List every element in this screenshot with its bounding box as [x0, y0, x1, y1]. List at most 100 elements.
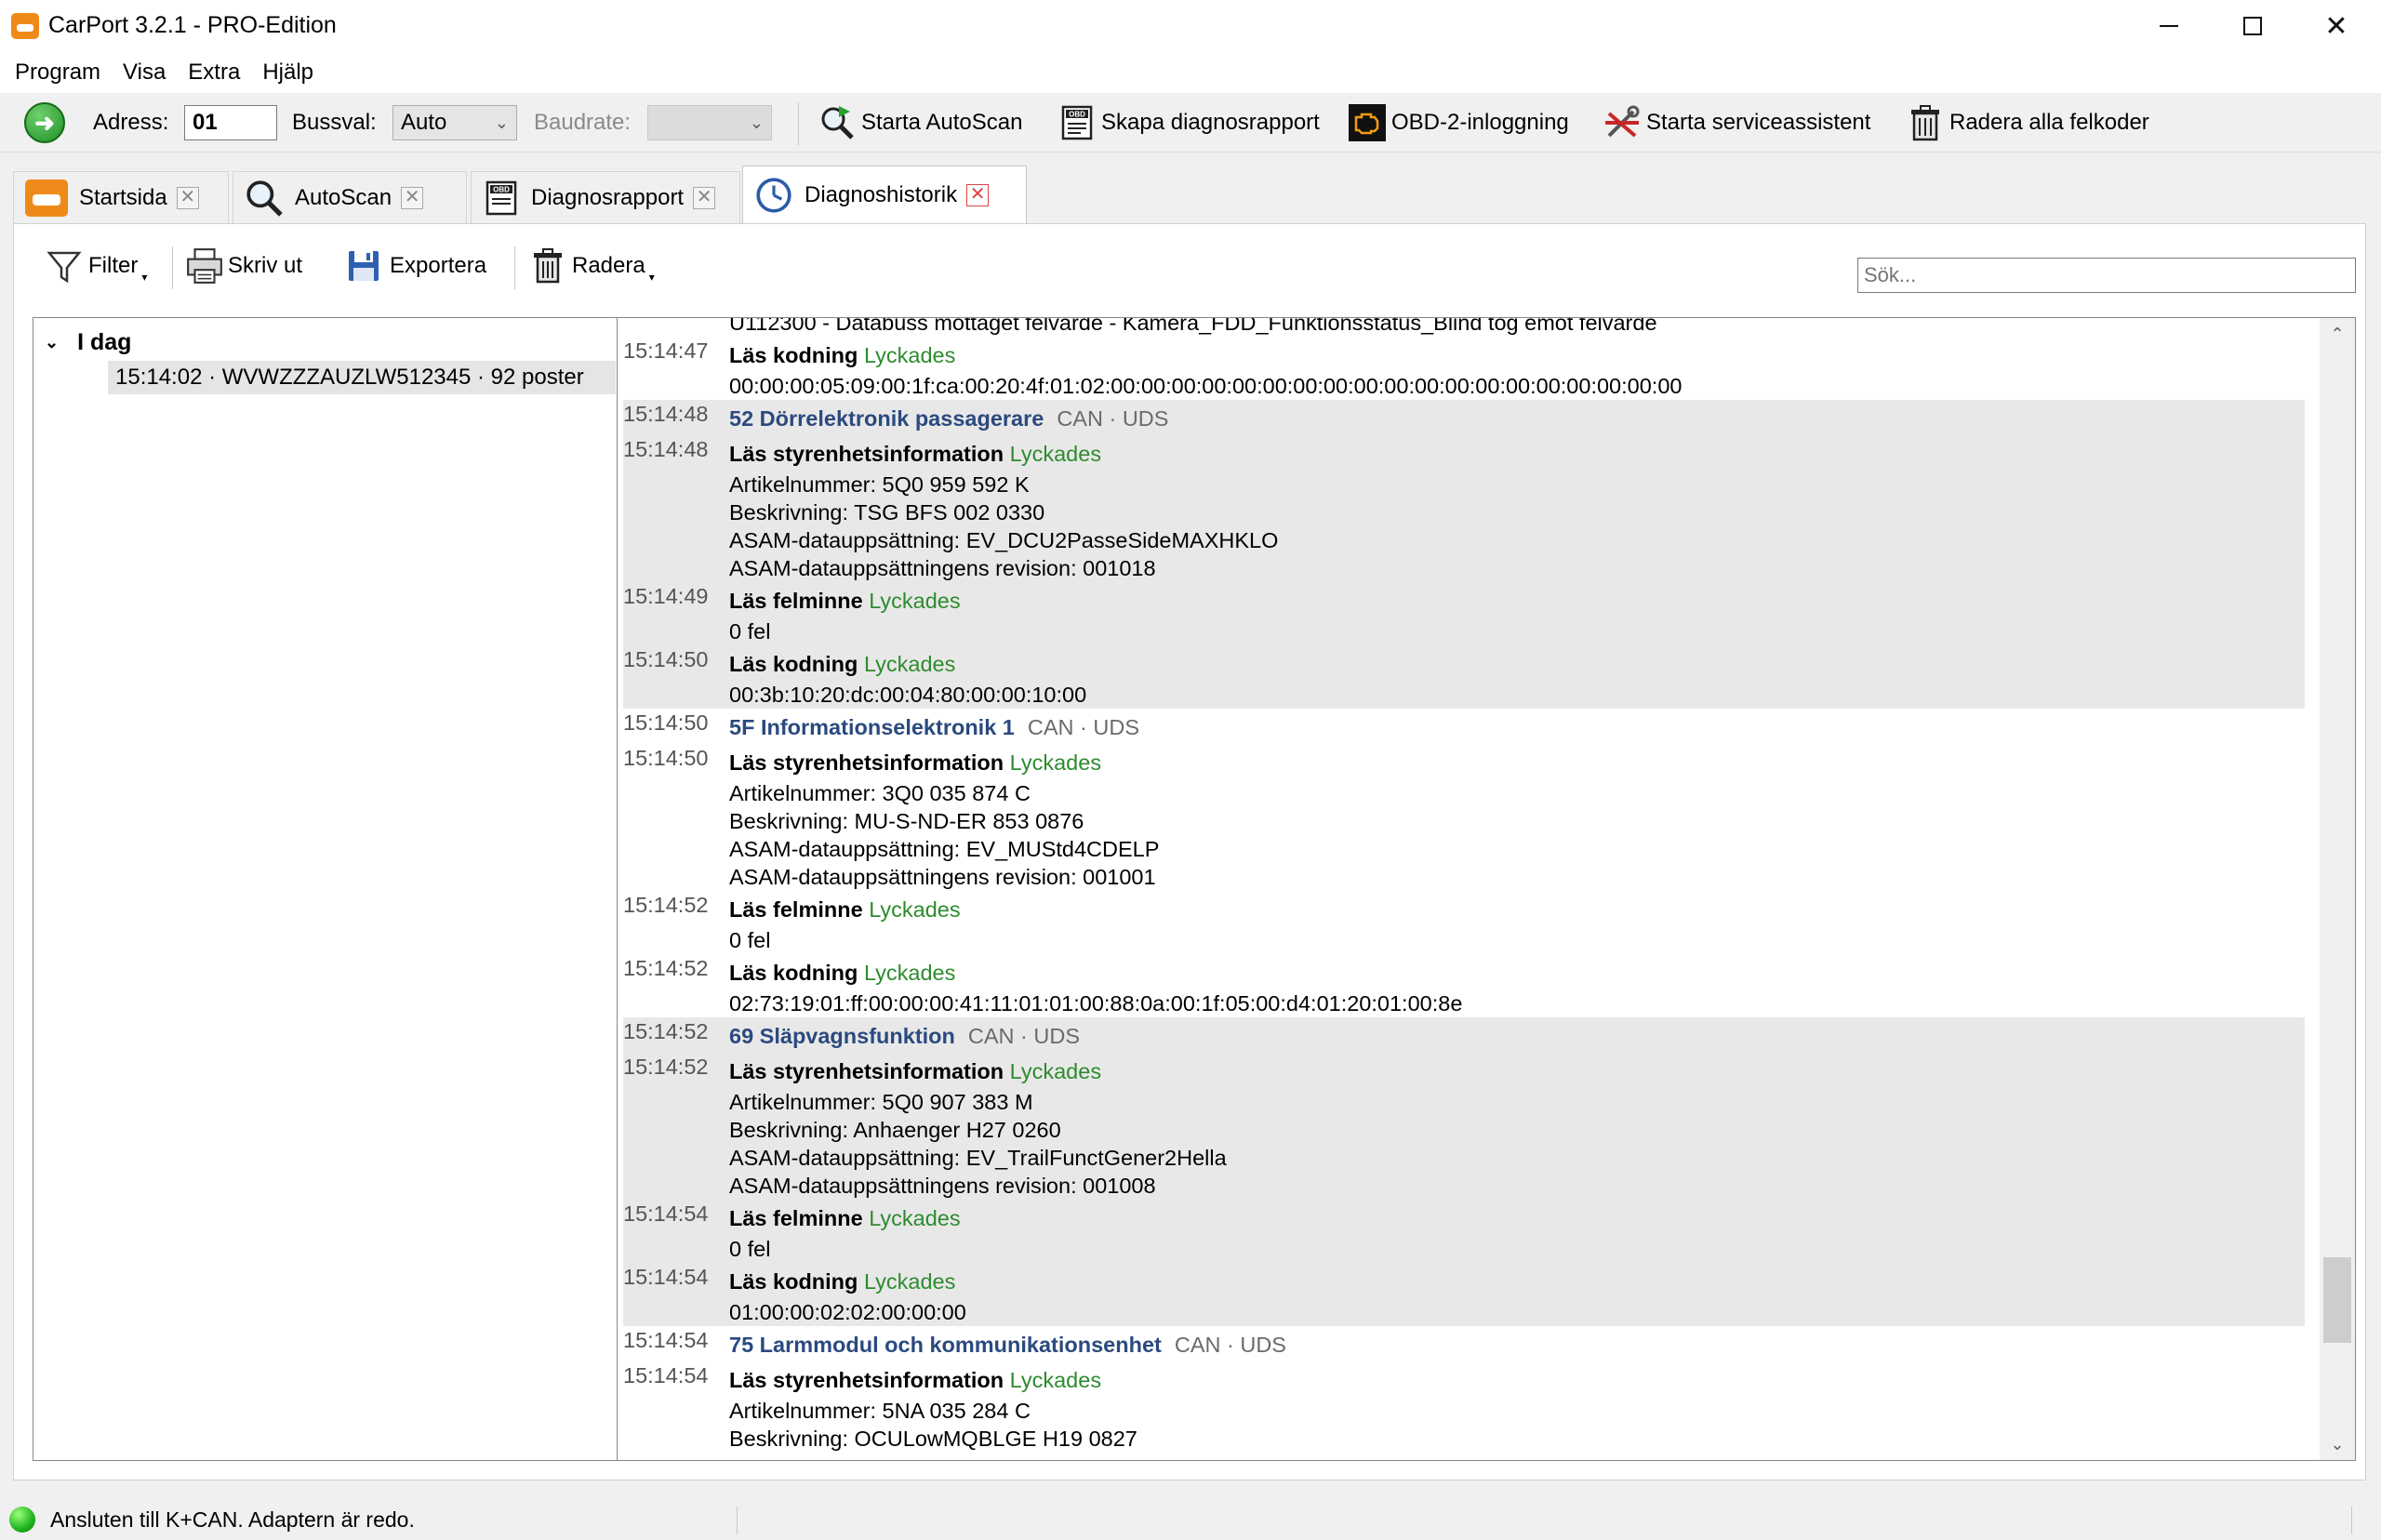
tree-item-session[interactable]: 15:14:02 · WVWZZZAUZLW512345 · 92 poster	[108, 361, 616, 394]
tab-close-icon[interactable]: ✕	[176, 186, 199, 209]
svg-text:OBD: OBD	[493, 185, 510, 193]
log-status: Lyckades	[863, 343, 956, 367]
toolbar-separator	[172, 246, 173, 289]
log-protocol: CAN · UDS	[1174, 1333, 1286, 1357]
close-button[interactable]: ✕	[2294, 0, 2379, 52]
log-module-row: 15:14:52 69 Släpvagnsfunktion CAN · UDS	[623, 1017, 2305, 1053]
log-detail: 0 fel	[729, 619, 771, 644]
menu-visa[interactable]: Visa	[112, 52, 177, 93]
magnifier-icon	[246, 179, 283, 217]
log-timestamp: 15:14:54	[623, 1328, 709, 1352]
filter-label: Filter	[88, 253, 139, 278]
vertical-scrollbar[interactable]: ⌃ ⌄	[2320, 318, 2355, 1460]
log-timestamp: 15:14:48	[623, 402, 709, 426]
search-input[interactable]	[1857, 258, 2356, 293]
start-autoscan-label: Starta AutoScan	[861, 110, 1023, 135]
log-detail: 01:00:00:02:02:00:00:00	[729, 1300, 966, 1324]
maximize-button[interactable]	[2210, 0, 2295, 52]
go-arrow-icon: ➜	[24, 102, 65, 143]
minimize-icon	[2160, 25, 2178, 27]
tab-label: Startsida	[79, 184, 167, 210]
tab-close-icon[interactable]: ✕	[401, 186, 424, 209]
history-toolbar: Filter ▾ Skriv ut Exportera Radera ▾ Sök…	[14, 224, 2365, 308]
log-protocol: CAN · UDS	[1027, 715, 1140, 739]
chevron-down-icon: ⌄	[749, 113, 764, 132]
log-detail: ASAM-datauppsättning: EV_DCU2PasseSideMA…	[729, 528, 1279, 552]
connect-button[interactable]: ➜	[24, 93, 65, 153]
filter-button[interactable]: Filter ▾	[46, 245, 147, 287]
menu-hjalp[interactable]: Hjälp	[251, 52, 325, 93]
tree-group-label: I dag	[77, 328, 132, 355]
bus-select[interactable]: Auto ⌄	[392, 105, 517, 140]
clear-codes-button[interactable]: Radera alla felkoder	[1907, 93, 2149, 153]
menu-program[interactable]: Program	[4, 52, 112, 93]
address-label: Adress:	[93, 110, 169, 135]
log-status: Lyckades	[863, 961, 956, 985]
baud-select[interactable]: ⌄	[647, 105, 772, 140]
log-timestamp: 15:14:50	[623, 647, 709, 671]
delete-label: Radera	[572, 253, 645, 278]
log-block: 15:14:47 Läs kodning Lyckades 00:00:00:05:…	[623, 337, 2305, 400]
tab-close-icon[interactable]: ✕	[693, 186, 716, 209]
print-button[interactable]: Skriv ut	[185, 245, 302, 287]
scroll-down-icon[interactable]: ⌄	[2320, 1428, 2355, 1460]
export-button[interactable]: Exportera	[345, 245, 486, 287]
obd2-login-label: OBD-2-inloggning	[1391, 110, 1569, 135]
service-assistant-button[interactable]: Starta serviceassistent	[1603, 93, 1870, 153]
tab-close-icon[interactable]: ✕	[966, 183, 990, 206]
log-operation-row: 15:14:50 Läs styrenhetsinformation Lyckad…	[623, 744, 2305, 891]
scroll-up-icon[interactable]: ⌃	[2320, 318, 2355, 350]
print-label: Skriv ut	[228, 253, 303, 278]
tab-label: Diagnoshistorik	[805, 181, 958, 207]
log-block: 15:14:48 52 Dörrelektronik passagerare CAN…	[623, 400, 2305, 709]
log-operation: Läs styrenhetsinformation	[729, 750, 1004, 775]
tab-diagnoshistorik[interactable]: Diagnoshistorik ✕	[742, 166, 1027, 223]
chevron-down-icon[interactable]: ⌄	[45, 333, 59, 352]
carport-app-icon	[11, 13, 39, 39]
car-icon	[25, 179, 68, 217]
log-status: Lyckades	[1009, 1368, 1102, 1392]
scroll-thumb[interactable]	[2323, 1257, 2351, 1343]
start-autoscan-button[interactable]: Starta AutoScan	[818, 93, 1022, 153]
menu-extra[interactable]: Extra	[177, 52, 251, 93]
trash-icon	[1911, 105, 1939, 141]
clock-icon	[756, 177, 791, 213]
clear-codes-label: Radera alla felkoder	[1949, 110, 2149, 135]
log-module-name: 52 Dörrelektronik passagerare	[729, 406, 1044, 431]
tab-autoscan[interactable]: AutoScan ✕	[233, 171, 467, 223]
close-icon: ✕	[2324, 10, 2348, 42]
tab-startsida[interactable]: Startsida ✕	[13, 171, 229, 223]
dropdown-arrow-icon: ▾	[648, 271, 655, 284]
log-operation-row: 15:14:52 Läs kodning Lyckades 02:73:19:01:…	[623, 954, 2305, 1017]
printer-icon	[187, 248, 222, 284]
obd2-login-button[interactable]: OBD-2-inloggning	[1349, 93, 1569, 153]
maximize-icon	[2243, 17, 2262, 35]
address-input[interactable]	[184, 105, 277, 140]
log-timestamp: 15:14:48	[623, 437, 709, 461]
log-detail: Artikelnummer: 3Q0 035 874 C	[729, 781, 1031, 805]
log-detail: Artikelnummer: 5Q0 959 592 K	[729, 472, 1030, 497]
tree-group-today[interactable]: ⌄ I dag	[45, 325, 131, 359]
log-operation-row: 15:14:52 Läs felminne Lyckades 0 fel	[623, 891, 2305, 954]
log-detail: 02:73:19:01:ff:00:00:00:41:11:01:01:00:8…	[729, 991, 1463, 1016]
magnifier-play-icon	[821, 106, 854, 139]
log-operation-row: 15:14:54 Läs kodning Lyckades 01:00:00:02:…	[623, 1263, 2305, 1326]
title-bar: CarPort 3.2.1 - PRO-Edition ✕	[0, 0, 2381, 52]
log-module-row: 15:14:48 52 Dörrelektronik passagerare CAN…	[623, 400, 2305, 435]
log-status: Lyckades	[1009, 750, 1102, 775]
baud-label: Baudrate:	[534, 110, 632, 135]
log-timestamp: 15:14:52	[623, 1055, 709, 1079]
create-report-button[interactable]: OBD Skapa diagnosrapport	[1058, 93, 1320, 153]
minimize-button[interactable]	[2126, 0, 2212, 52]
log-timestamp: 15:14:52	[623, 956, 709, 980]
save-disk-icon	[349, 251, 379, 281]
service-assistant-label: Starta serviceassistent	[1646, 110, 1871, 135]
delete-button[interactable]: Radera ▾	[529, 245, 655, 287]
log-timestamp: 15:14:52	[623, 1019, 709, 1043]
log-detail: U112300 - Databuss mottaget felvärde - K…	[729, 317, 1657, 335]
toolbar-separator	[798, 102, 799, 145]
log-detail: Beskrivning: OCULowMQBLGE H19 0827	[729, 1427, 1137, 1451]
tab-diagnosrapport[interactable]: OBD Diagnosrapport ✕	[471, 171, 740, 223]
bus-label: Bussval:	[292, 110, 377, 135]
log-operation: Läs felminne	[729, 897, 863, 922]
